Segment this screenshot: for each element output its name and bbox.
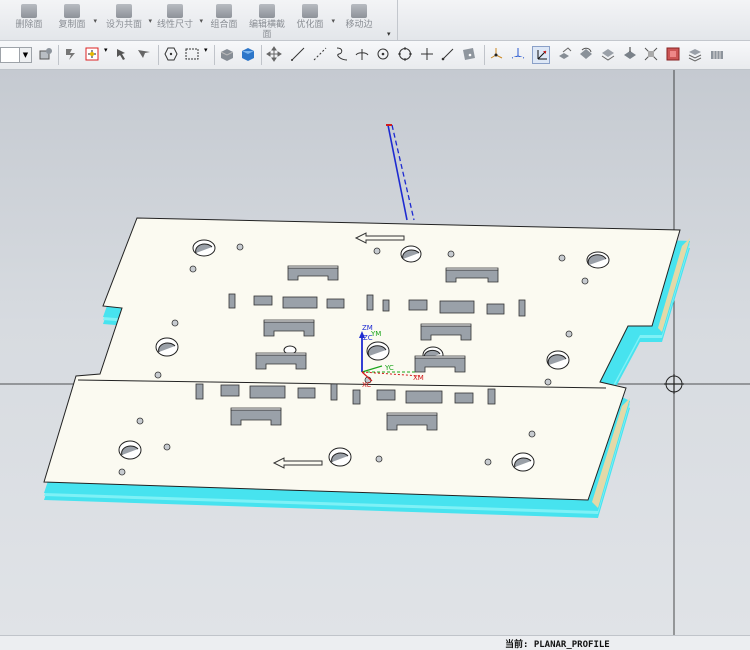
group-face-button[interactable]: 组合面 xyxy=(205,2,243,38)
move-arrows-icon[interactable] xyxy=(266,46,282,62)
delete-face-button[interactable]: 删除面 xyxy=(10,2,48,38)
edit-cross-section-icon xyxy=(259,4,275,18)
hexagon-select-icon[interactable] xyxy=(163,46,179,62)
optimize-face-button[interactable]: 优化面 ▾ xyxy=(291,2,335,38)
wcs-orient-icon[interactable] xyxy=(532,46,550,64)
linear-dimension-icon xyxy=(167,4,183,18)
curve-icon[interactable] xyxy=(334,46,350,62)
select-settings-icon[interactable] xyxy=(38,46,54,62)
tool-axis-dashed xyxy=(391,124,415,221)
stop-render-icon[interactable] xyxy=(665,46,681,62)
current-operation-status: 当前: PLANAR_PROFILE xyxy=(505,640,610,650)
wcs-dynamic-icon[interactable] xyxy=(489,46,505,62)
group-face-icon xyxy=(216,4,232,18)
wcs-label-ym: YM xyxy=(370,330,381,338)
selection-toolbar: ▼ ▾ ▾ xyxy=(0,41,750,70)
layer-settings-icon[interactable] xyxy=(687,46,703,62)
toolbar-divider xyxy=(484,45,485,65)
edge-view-icon[interactable] xyxy=(622,46,638,62)
toolbar-divider xyxy=(214,45,215,65)
graphics-viewport[interactable]: ZM ZC YM YC XC XM xyxy=(0,70,750,635)
wcs-label-xm: XM xyxy=(413,374,424,382)
layer-view-icon[interactable] xyxy=(600,46,616,62)
view-transform-icon[interactable] xyxy=(557,46,573,62)
face-point-icon[interactable] xyxy=(461,46,477,62)
ribbon-more-icon[interactable]: ▾ xyxy=(387,30,391,38)
line-icon[interactable] xyxy=(290,46,306,62)
model-canvas[interactable]: ZM ZC YM YC XC XM xyxy=(0,70,750,635)
wcs-label-yc: YC xyxy=(384,364,394,372)
center-point-icon[interactable] xyxy=(375,46,391,62)
chevron-down-icon[interactable]: ▾ xyxy=(199,16,203,26)
select-feature-icon[interactable] xyxy=(114,46,130,62)
crosshair-icon[interactable] xyxy=(419,46,435,62)
make-coplanar-icon xyxy=(116,4,132,18)
copy-face-icon xyxy=(64,4,80,18)
ribbon: 删除面 复制面 ▾ 设为共面 ▾ 线性尺寸 ▾ 组合面 编辑横截面 优化面 ▾ 移动边 … xyxy=(0,0,750,41)
rectangle-select-icon[interactable] xyxy=(184,46,200,62)
toolbar-divider xyxy=(158,45,159,65)
selection-filter-dropdown[interactable]: ▼ xyxy=(0,47,32,63)
chevron-down-icon[interactable]: ▾ xyxy=(204,46,212,62)
cube-view-icon[interactable] xyxy=(240,46,256,62)
paint-filter-icon[interactable] xyxy=(63,46,79,62)
delete-face-icon xyxy=(21,4,37,18)
status-bar: 当前: PLANAR_PROFILE xyxy=(0,635,750,650)
chevron-down-icon[interactable]: ▾ xyxy=(148,16,152,26)
ribbon-divider xyxy=(397,0,398,40)
clip-view-icon[interactable] xyxy=(643,46,659,62)
shaded-view-icon[interactable] xyxy=(219,46,235,62)
tool-axis-line xyxy=(387,124,408,221)
circle-icon[interactable] xyxy=(397,46,413,62)
sheet-metal-icon[interactable] xyxy=(709,46,725,62)
perpendicular-icon[interactable] xyxy=(354,46,370,62)
edit-cross-section-button[interactable]: 编辑横截面 xyxy=(247,2,287,40)
linear-dimension-button[interactable]: 线性尺寸 ▾ xyxy=(153,2,203,38)
rotate-view-icon[interactable] xyxy=(578,46,594,62)
chevron-down-icon[interactable]: ▼ xyxy=(19,48,31,62)
dashed-line-icon[interactable] xyxy=(312,46,328,62)
toolbar-divider xyxy=(261,45,262,65)
move-edge-button[interactable]: 移动边 xyxy=(340,2,378,38)
copy-face-button[interactable]: 复制面 ▾ xyxy=(53,2,97,38)
make-coplanar-button[interactable]: 设为共面 ▾ xyxy=(102,2,152,38)
diagonal-line-icon[interactable] xyxy=(440,46,456,62)
chevron-down-icon[interactable]: ▾ xyxy=(331,16,335,26)
snap-point-icon[interactable] xyxy=(84,46,100,62)
toolbar-divider xyxy=(58,45,59,65)
chevron-down-icon[interactable]: ▾ xyxy=(93,16,97,26)
select-body-icon[interactable] xyxy=(136,46,152,62)
optimize-face-icon xyxy=(302,4,318,18)
wcs-origin-icon[interactable] xyxy=(510,46,526,62)
move-edge-icon xyxy=(351,4,367,18)
cursor-target-icon xyxy=(664,374,684,394)
wcs-label-xc: XC xyxy=(362,381,371,389)
chevron-down-icon[interactable]: ▾ xyxy=(104,46,112,62)
